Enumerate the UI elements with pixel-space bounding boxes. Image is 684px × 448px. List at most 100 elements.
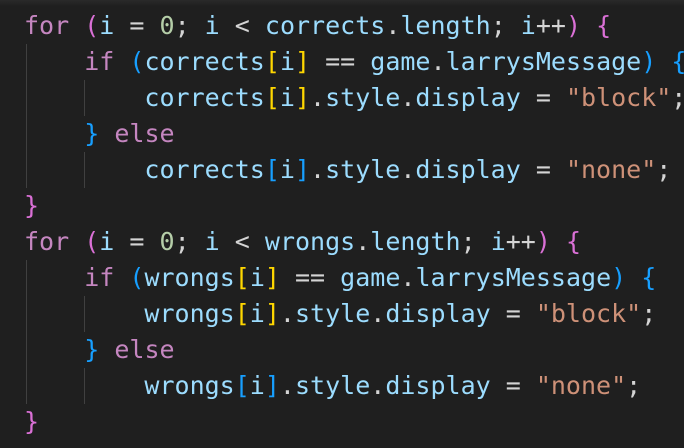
code-line[interactable]: for (i = 0; i < corrects.length; i++) { xyxy=(24,8,611,44)
code-token: corrects xyxy=(144,155,265,184)
code-token: i xyxy=(249,371,265,400)
code-token: style xyxy=(294,371,371,400)
code-token: for xyxy=(24,227,70,256)
code-token: [ xyxy=(234,263,250,292)
code-editor[interactable]: for (i = 0; i < corrects.length; i++) { … xyxy=(0,0,684,448)
code-token: { xyxy=(565,227,582,256)
code-line[interactable]: if (wrongs[i] == game.larrysMessage) { xyxy=(24,260,656,296)
code-line[interactable]: } xyxy=(24,404,39,440)
code-token: . xyxy=(355,227,371,256)
code-token: } xyxy=(24,191,40,220)
code-token: else xyxy=(114,335,175,364)
code-token: length xyxy=(370,227,461,256)
code-token: "none" xyxy=(535,371,627,400)
code-token: [ xyxy=(264,155,280,184)
code-line[interactable]: for (i = 0; i < wrongs.length; i++) { xyxy=(24,224,581,260)
code-token: ) xyxy=(641,47,657,76)
code-token: ; xyxy=(460,227,491,256)
code-token: length xyxy=(400,11,491,40)
code-token: display xyxy=(385,299,491,328)
code-token: } xyxy=(24,407,40,436)
code-token: ; xyxy=(490,11,521,40)
code-token: . xyxy=(400,155,416,184)
code-token: i xyxy=(99,227,115,256)
code-token: i xyxy=(279,83,295,112)
code-token: else xyxy=(114,119,175,148)
code-line[interactable]: corrects[i].style.display = "block"; xyxy=(24,80,684,116)
code-token: == xyxy=(279,263,341,292)
code-token: style xyxy=(325,83,401,112)
code-token: i xyxy=(249,263,265,292)
code-token: wrongs xyxy=(144,371,235,400)
code-token: . xyxy=(310,83,326,112)
code-token: = xyxy=(490,371,536,400)
code-token: display xyxy=(415,155,521,184)
code-token: } xyxy=(84,335,100,364)
code-token: ] xyxy=(294,83,311,112)
code-line[interactable]: wrongs[i].style.display = "none"; xyxy=(24,368,641,404)
code-token: larrysMessage xyxy=(415,263,612,292)
code-token: < xyxy=(219,11,265,40)
code-line[interactable]: } else xyxy=(24,116,175,152)
code-token: . xyxy=(370,371,386,400)
code-token: wrongs xyxy=(144,263,235,292)
code-token: corrects xyxy=(144,47,265,76)
code-token: ] xyxy=(264,263,280,292)
code-token: ( xyxy=(84,11,100,40)
code-line[interactable]: } else xyxy=(24,332,175,368)
code-token: game xyxy=(340,263,401,292)
code-token: ) xyxy=(535,227,551,256)
code-token: . xyxy=(370,299,386,328)
code-token: { xyxy=(641,263,657,292)
code-line[interactable]: } xyxy=(24,188,39,224)
code-token: ; xyxy=(641,299,657,328)
code-token: corrects xyxy=(264,11,386,40)
code-token: = xyxy=(114,11,160,40)
code-token: i xyxy=(99,11,115,40)
code-token: ( xyxy=(129,263,145,292)
code-token: ] xyxy=(294,155,311,184)
code-token: [ xyxy=(264,83,280,112)
code-token: i xyxy=(520,11,536,40)
code-token: } xyxy=(84,119,100,148)
code-token: "block" xyxy=(535,299,642,328)
code-token: i xyxy=(204,227,220,256)
code-token: < xyxy=(219,227,265,256)
code-token: ] xyxy=(264,371,280,400)
code-token: wrongs xyxy=(264,227,356,256)
code-token: { xyxy=(596,11,612,40)
code-token: style xyxy=(294,299,371,328)
code-token: = xyxy=(490,299,536,328)
code-token: 0 xyxy=(159,227,175,256)
code-line[interactable]: if (corrects[i] == game.larrysMessage) { xyxy=(24,44,684,80)
code-token: ; xyxy=(174,227,205,256)
code-token: ; xyxy=(174,11,205,40)
code-token: style xyxy=(325,155,401,184)
code-token: display xyxy=(415,83,521,112)
code-token: if xyxy=(84,263,115,292)
code-token: corrects xyxy=(144,83,265,112)
code-token: ++ xyxy=(505,227,536,256)
code-token: = xyxy=(114,227,160,256)
code-token: . xyxy=(385,11,401,40)
code-token: i xyxy=(249,299,265,328)
code-line[interactable]: wrongs[i].style.display = "block"; xyxy=(24,296,656,332)
code-token: . xyxy=(430,47,446,76)
code-line[interactable]: corrects[i].style.display = "none"; xyxy=(24,152,671,188)
code-token: = xyxy=(520,83,566,112)
code-token: ; xyxy=(626,371,642,400)
